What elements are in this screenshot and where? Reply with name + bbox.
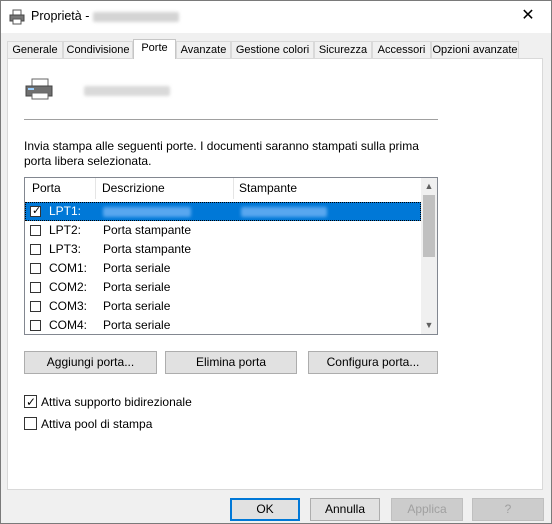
port-name: COM4: (49, 318, 88, 332)
ports-panel: Invia stampa alle seguenti porte. I docu… (7, 58, 543, 490)
printer-pooling-label[interactable]: Attiva pool di stampa (41, 417, 152, 431)
tab-condivisione[interactable]: Condivisione (63, 41, 133, 58)
printer-name-redacted (84, 86, 170, 96)
port-checkbox[interactable] (30, 320, 41, 331)
close-button[interactable]: ✕ (505, 1, 551, 33)
tab-sicurezza[interactable]: Sicurezza (314, 41, 372, 58)
tab-accessori[interactable]: Accessori (372, 41, 431, 58)
list-item[interactable]: LPT3: Porta stampante (25, 240, 421, 259)
configure-port-button[interactable]: Configura porta... (308, 351, 438, 374)
printer-name-redacted (93, 12, 179, 22)
title-bar: Proprietà - ✕ (1, 1, 551, 33)
list-item[interactable]: COM1: Porta seriale (25, 259, 421, 278)
ports-description: Invia stampa alle seguenti porte. I docu… (24, 139, 419, 168)
port-description: Porta seriale (103, 261, 171, 275)
port-description: Porta stampante (103, 223, 192, 237)
list-item[interactable]: LPT2: Porta stampante (25, 221, 421, 240)
port-checkbox[interactable] (30, 225, 41, 236)
bidirectional-label[interactable]: Attiva supporto bidirezionale (41, 395, 192, 409)
tab-opzioni-avanzate[interactable]: Opzioni avanzate (431, 41, 519, 58)
port-description: Porta seriale (103, 318, 171, 332)
port-name: COM1: (49, 261, 88, 275)
column-header-port[interactable]: Porta (32, 178, 61, 199)
tab-porte[interactable]: Porte (133, 39, 176, 59)
tab-avanzate[interactable]: Avanzate (176, 41, 231, 58)
port-checkbox[interactable] (30, 263, 41, 274)
vertical-scrollbar[interactable]: ▲ ▼ (421, 178, 437, 334)
port-name: LPT3: (49, 242, 82, 256)
scrollbar-thumb[interactable] (423, 195, 435, 257)
apply-button[interactable]: Applica (391, 498, 463, 521)
checkbox-box[interactable]: ✓ (24, 395, 37, 409)
checkbox-box[interactable] (24, 417, 37, 430)
column-divider[interactable] (95, 178, 96, 199)
column-header-description[interactable]: Descrizione (102, 178, 165, 199)
delete-port-button[interactable]: Elimina porta (165, 351, 297, 374)
port-name: COM3: (49, 299, 88, 313)
port-printer-redacted (241, 207, 327, 217)
scroll-down-icon[interactable]: ▼ (421, 317, 437, 334)
check-icon: ✓ (26, 395, 37, 409)
list-item[interactable]: COM3: Porta seriale (25, 297, 421, 316)
port-name: COM2: (49, 280, 88, 294)
separator (24, 119, 438, 120)
printer-icon (24, 77, 58, 103)
port-description: Porta stampante (103, 242, 192, 256)
tab-generale[interactable]: Generale (7, 41, 63, 58)
port-checkbox[interactable] (30, 244, 41, 255)
column-header-printer[interactable]: Stampante (239, 178, 297, 199)
check-icon: ✓ (32, 205, 42, 217)
add-port-button[interactable]: Aggiungi porta... (24, 351, 157, 374)
properties-window: Proprietà - ✕ Generale Condivisione Port… (0, 0, 552, 524)
tab-gestione-colori[interactable]: Gestione colori (231, 41, 314, 58)
port-checkbox[interactable]: ✓ (30, 205, 42, 217)
cancel-button[interactable]: Annulla (310, 498, 380, 521)
port-checkbox[interactable] (30, 301, 41, 312)
port-description: Porta seriale (103, 280, 171, 294)
port-name: LPT1: (49, 204, 82, 218)
list-item[interactable]: COM2: Porta seriale (25, 278, 421, 297)
port-name: LPT2: (49, 223, 82, 237)
list-item[interactable]: COM4: Porta seriale (25, 316, 421, 334)
printer-icon (9, 9, 25, 25)
ports-list[interactable]: Porta Descrizione Stampante ✓ LPT1: LPT2… (24, 177, 438, 335)
window-title: Proprietà - (31, 9, 90, 23)
scroll-up-icon[interactable]: ▲ (421, 178, 437, 195)
list-item[interactable]: ✓ LPT1: (25, 202, 421, 221)
port-description-redacted (103, 207, 191, 217)
port-checkbox[interactable] (30, 282, 41, 293)
ok-button[interactable]: OK (230, 498, 300, 521)
column-divider[interactable] (233, 178, 234, 199)
port-description: Porta seriale (103, 299, 171, 313)
help-button[interactable]: ? (472, 498, 544, 521)
